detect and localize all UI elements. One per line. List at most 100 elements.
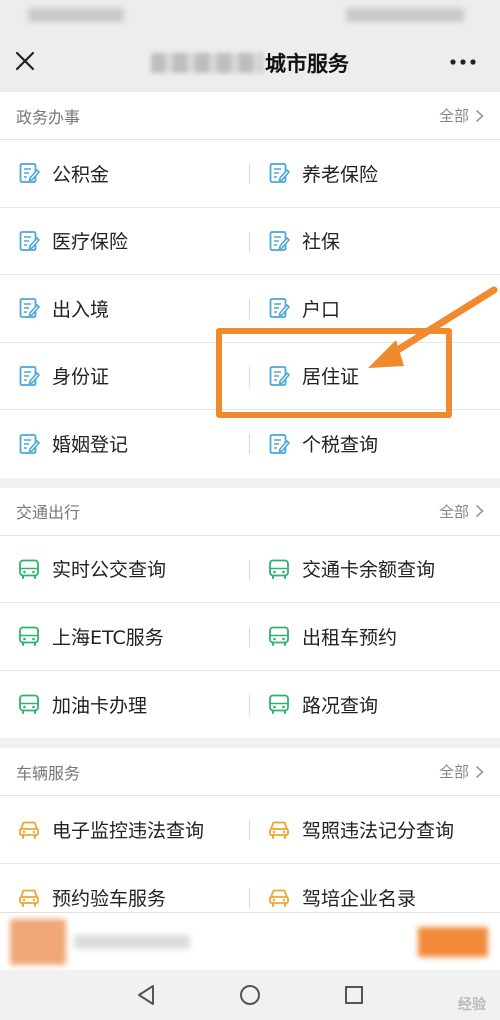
service-row: 身份证 居住证 <box>0 343 500 410</box>
service-item-label: 身份证 <box>52 366 110 389</box>
column-divider <box>249 434 250 454</box>
bottom-banner[interactable] <box>0 912 500 970</box>
services-list: 政务办事 全部 公积金 养老保险 医疗保险 社保 出入境 户口 身份证 居住证 … <box>0 92 500 941</box>
banner-text-blur <box>74 935 190 949</box>
service-item[interactable]: 出入境 <box>0 275 250 342</box>
chevron-right-icon <box>475 765 484 778</box>
page-title-text: 城市服务 <box>265 52 349 76</box>
service-item[interactable]: 居住证 <box>250 343 500 410</box>
service-item[interactable]: 养老保险 <box>250 140 500 207</box>
service-item[interactable]: 公积金 <box>0 140 250 207</box>
service-item-label: 社保 <box>302 231 341 254</box>
section-header: 政务办事 全部 <box>0 92 500 140</box>
city-name-blur <box>151 53 263 73</box>
document-edit-icon <box>18 433 40 455</box>
service-item-label: 出入境 <box>52 298 110 321</box>
service-row: 出入境 户口 <box>0 275 500 343</box>
service-item-label: 上海ETC服务 <box>52 626 164 649</box>
chevron-right-icon <box>475 109 484 122</box>
watermark: 经验 <box>458 997 486 1013</box>
service-item[interactable]: 路况查询 <box>250 671 500 739</box>
back-icon[interactable] <box>133 982 159 1008</box>
section-header: 交通出行 全部 <box>0 488 500 536</box>
column-divider <box>249 627 250 647</box>
column-divider <box>249 559 250 580</box>
service-item[interactable]: 上海ETC服务 <box>0 603 250 670</box>
service-item[interactable]: 加油卡办理 <box>0 671 250 739</box>
view-all-link[interactable]: 全部 <box>439 105 484 126</box>
car-icon <box>268 818 290 840</box>
service-item[interactable]: 个税查询 <box>250 410 500 478</box>
document-edit-icon <box>18 230 40 252</box>
service-item-label: 公积金 <box>52 163 110 186</box>
service-row: 婚姻登记 个税查询 <box>0 410 500 478</box>
column-divider <box>249 231 250 252</box>
recent-apps-icon[interactable] <box>341 982 367 1008</box>
service-item-label: 个税查询 <box>302 434 379 457</box>
bus-icon <box>18 558 40 580</box>
chevron-right-icon <box>475 504 484 518</box>
document-edit-icon <box>268 162 290 184</box>
column-divider <box>249 366 250 387</box>
service-item-label: 驾培企业名录 <box>302 887 417 910</box>
section-header: 车辆服务 全部 <box>0 748 500 796</box>
car-icon <box>18 886 40 908</box>
document-edit-icon <box>18 297 40 319</box>
service-item-label: 出租车预约 <box>302 626 398 649</box>
column-divider <box>249 887 250 908</box>
service-item-label: 预约验车服务 <box>52 887 167 910</box>
banner-thumbnail <box>10 919 66 965</box>
service-item[interactable]: 交通卡余额查询 <box>250 536 500 603</box>
service-item-label: 婚姻登记 <box>52 434 129 457</box>
document-edit-icon <box>18 162 40 184</box>
service-item[interactable]: 电子监控违法查询 <box>0 796 250 863</box>
banner-button[interactable] <box>418 927 488 957</box>
service-item[interactable]: 户口 <box>250 275 500 342</box>
view-all-label: 全部 <box>438 107 469 125</box>
service-row: 医疗保险 社保 <box>0 208 500 275</box>
column-divider <box>249 820 250 840</box>
service-item-label: 交通卡余额查询 <box>302 559 436 582</box>
document-edit-icon <box>18 365 40 387</box>
service-item-label: 医疗保险 <box>52 231 129 254</box>
car-icon <box>268 886 290 908</box>
service-row: 电子监控违法查询 驾照违法记分查询 <box>0 796 500 864</box>
document-edit-icon <box>268 433 290 455</box>
view-all-link[interactable]: 全部 <box>439 761 484 782</box>
service-item[interactable]: 实时公交查询 <box>0 536 250 603</box>
service-item[interactable]: 身份证 <box>0 343 250 410</box>
document-edit-icon <box>268 230 290 252</box>
view-all-label: 全部 <box>438 763 469 781</box>
bus-icon <box>268 558 290 580</box>
service-item[interactable]: 驾照违法记分查询 <box>250 796 500 863</box>
view-all-link[interactable]: 全部 <box>439 501 484 522</box>
section-title: 交通出行 <box>16 503 81 522</box>
service-item[interactable]: 医疗保险 <box>0 208 250 275</box>
service-row: 公积金 养老保险 <box>0 140 500 208</box>
service-item-label: 养老保险 <box>302 163 379 186</box>
service-item[interactable]: 婚姻登记 <box>0 410 250 478</box>
more-icon[interactable] <box>450 59 476 65</box>
status-bar <box>0 0 500 30</box>
status-bar-left-blur <box>28 8 124 22</box>
service-section: 交通出行 全部 实时公交查询 交通卡余额查询 上海ETC服务 出租车预约 加油卡… <box>0 487 500 739</box>
bus-icon <box>18 625 40 647</box>
service-row: 实时公交查询 交通卡余额查询 <box>0 536 500 603</box>
bus-icon <box>268 693 290 715</box>
service-item[interactable]: 社保 <box>250 208 500 275</box>
service-row: 上海ETC服务 出租车预约 <box>0 603 500 671</box>
home-icon[interactable] <box>237 982 263 1008</box>
column-divider <box>249 164 250 184</box>
service-item-label: 驾照违法记分查询 <box>302 819 455 842</box>
service-item-label: 户口 <box>302 298 341 321</box>
bus-icon <box>268 625 290 647</box>
bus-icon <box>18 693 40 715</box>
document-edit-icon <box>268 365 290 387</box>
system-nav-bar: 经验 <box>0 970 500 1020</box>
column-divider <box>249 299 250 319</box>
column-divider <box>249 694 250 715</box>
section-title: 政务办事 <box>16 107 81 127</box>
service-item[interactable]: 出租车预约 <box>250 603 500 670</box>
service-item-label: 居住证 <box>302 366 360 389</box>
view-all-label: 全部 <box>438 502 469 521</box>
